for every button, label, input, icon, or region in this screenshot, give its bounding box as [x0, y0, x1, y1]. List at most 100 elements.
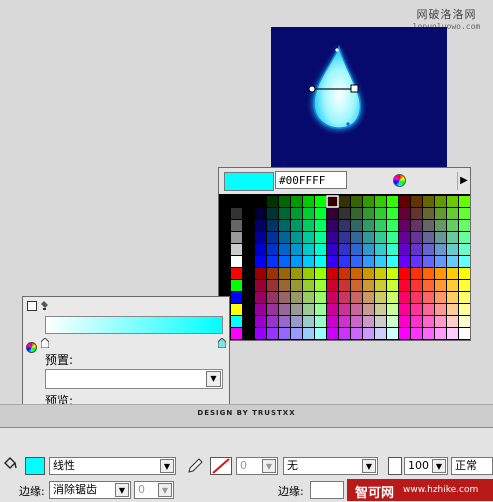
swatch-cell[interactable] — [447, 244, 458, 255]
chevron-down-icon[interactable]: ▼ — [432, 459, 446, 473]
swatch-cell[interactable] — [291, 316, 302, 327]
swatch-cell[interactable] — [399, 220, 410, 231]
swatch-cell[interactable] — [303, 304, 314, 315]
swatch-cell[interactable] — [291, 292, 302, 303]
water-drop-graphic[interactable] — [271, 27, 447, 173]
swatch-cell[interactable] — [435, 196, 446, 207]
swatch-cell[interactable] — [339, 244, 350, 255]
fill-color-chip[interactable] — [25, 457, 45, 475]
swatch-cell[interactable] — [339, 220, 350, 231]
swatch-cell[interactable] — [255, 304, 266, 315]
swatch-cell[interactable] — [447, 220, 458, 231]
swatch-cell[interactable] — [363, 232, 374, 243]
swatch-cell[interactable] — [327, 292, 338, 303]
alpha-input[interactable]: 100 ▼ — [404, 457, 448, 475]
swatch-cell[interactable] — [351, 244, 362, 255]
swatch-cell[interactable] — [375, 304, 386, 315]
swatch-cell[interactable] — [435, 304, 446, 315]
swatch-cell[interactable] — [339, 256, 350, 267]
swatch-cell[interactable] — [423, 316, 434, 327]
swatch-cell[interactable] — [423, 220, 434, 231]
swatch-cell[interactable] — [387, 220, 398, 231]
swatch-cell[interactable] — [387, 304, 398, 315]
swatch-cell[interactable] — [435, 244, 446, 255]
swatch-cell[interactable] — [399, 304, 410, 315]
swatch-cell[interactable] — [231, 316, 242, 327]
gradient-stop-right[interactable] — [217, 337, 227, 349]
swatch-cell[interactable] — [279, 196, 290, 207]
swatch-cell[interactable] — [411, 220, 422, 231]
swatch-cell[interactable] — [255, 220, 266, 231]
swatch-cell[interactable] — [255, 256, 266, 267]
swatch-cell[interactable] — [315, 256, 326, 267]
swatch-cell[interactable] — [315, 292, 326, 303]
swatch-cell[interactable] — [411, 268, 422, 279]
swatch-cell[interactable] — [231, 232, 242, 243]
stroke-alpha-input[interactable]: 0 ▼ — [236, 457, 278, 475]
swatch-cell[interactable] — [315, 244, 326, 255]
swatch-cell[interactable] — [459, 304, 470, 315]
swatch-cell[interactable] — [315, 268, 326, 279]
swatch-cell[interactable] — [303, 328, 314, 339]
chevron-down-icon[interactable]: ▼ — [115, 483, 129, 497]
swatch-cell[interactable] — [351, 316, 362, 327]
swatch-cell[interactable] — [291, 304, 302, 315]
swatch-cell[interactable] — [315, 280, 326, 291]
swatch-cell[interactable] — [279, 244, 290, 255]
swatch-cell[interactable] — [387, 208, 398, 219]
swatch-cell[interactable] — [279, 256, 290, 267]
swatch-cell[interactable] — [267, 208, 278, 219]
swatch-cell[interactable] — [255, 196, 266, 207]
swatch-cell[interactable] — [303, 316, 314, 327]
swatch-cell[interactable] — [231, 220, 242, 231]
swatch-cell[interactable] — [279, 328, 290, 339]
swatch-cell[interactable] — [327, 220, 338, 231]
swatch-cell[interactable] — [411, 244, 422, 255]
swatch-cell[interactable] — [327, 196, 338, 207]
swatch-cell[interactable] — [423, 304, 434, 315]
swatch-cell[interactable] — [399, 208, 410, 219]
swatch-cell[interactable] — [255, 208, 266, 219]
paint-bucket-icon[interactable] — [3, 457, 17, 471]
swatch-cell[interactable] — [423, 268, 434, 279]
swatch-cell[interactable] — [315, 304, 326, 315]
swatch-cell[interactable] — [255, 268, 266, 279]
color-picker-icon[interactable] — [26, 342, 37, 353]
swatch-cell[interactable] — [267, 280, 278, 291]
swatch-cell[interactable] — [315, 208, 326, 219]
swatch-cell[interactable] — [387, 280, 398, 291]
swatch-cell[interactable] — [387, 244, 398, 255]
swatch-cell[interactable] — [435, 292, 446, 303]
swatch-cell[interactable] — [315, 196, 326, 207]
swatch-cell[interactable] — [303, 292, 314, 303]
swatch-cell[interactable] — [375, 268, 386, 279]
swatch-cell[interactable] — [399, 316, 410, 327]
swatch-cell[interactable] — [327, 244, 338, 255]
swatch-cell[interactable] — [279, 220, 290, 231]
swatch-cell[interactable] — [255, 316, 266, 327]
preset-dropdown[interactable]: ▼ — [45, 369, 223, 389]
swatch-cell[interactable] — [327, 208, 338, 219]
swatch-cell[interactable] — [435, 316, 446, 327]
swatch-cell[interactable] — [375, 196, 386, 207]
swatch-cell[interactable] — [279, 208, 290, 219]
swatch-cell[interactable] — [351, 256, 362, 267]
swatch-cell[interactable] — [423, 328, 434, 339]
swatch-cell[interactable] — [387, 328, 398, 339]
swatch-cell[interactable] — [387, 268, 398, 279]
swatch-cell[interactable] — [363, 304, 374, 315]
swatch-cell[interactable] — [387, 256, 398, 267]
swatch-cell[interactable] — [375, 328, 386, 339]
swatch-cell[interactable] — [279, 268, 290, 279]
swatch-cell[interactable] — [411, 208, 422, 219]
swatch-cell[interactable] — [399, 328, 410, 339]
swatch-color-grid[interactable] — [219, 194, 470, 340]
transform-handle-bottom[interactable] — [346, 122, 350, 126]
swatch-cell[interactable] — [255, 328, 266, 339]
edge-dropdown[interactable]: 消除锯齿 ▼ — [49, 481, 131, 499]
stroke-style-dropdown[interactable]: 无 ▼ — [283, 457, 378, 475]
swatch-cell[interactable] — [423, 244, 434, 255]
swatch-cell[interactable] — [435, 232, 446, 243]
swatch-cell[interactable] — [267, 316, 278, 327]
swatch-cell[interactable] — [255, 292, 266, 303]
